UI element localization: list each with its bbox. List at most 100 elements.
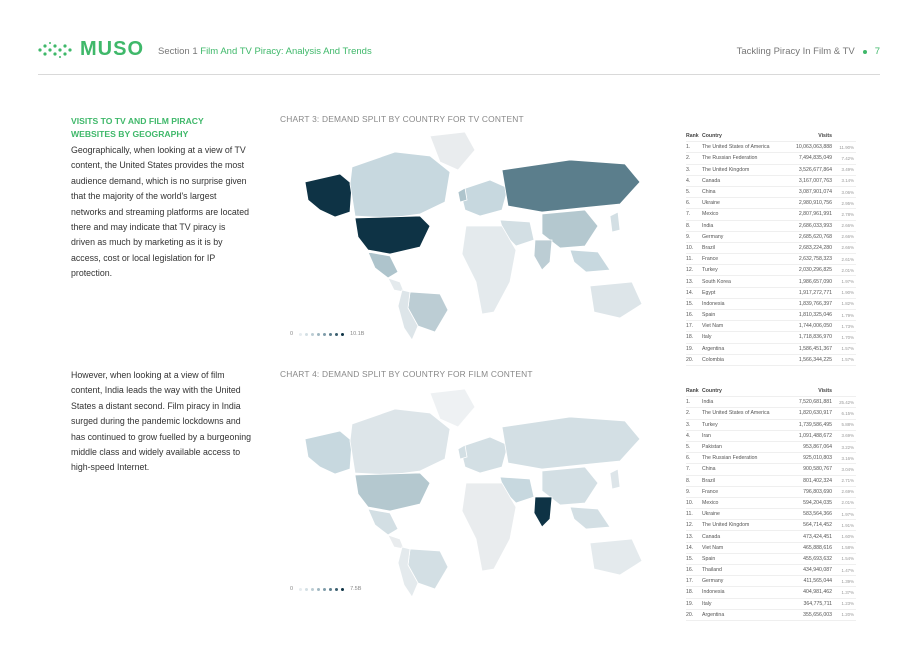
cell-country: Turkey bbox=[702, 267, 718, 274]
map-region-alaska bbox=[304, 173, 353, 218]
cell-pct: 25.42% bbox=[839, 399, 854, 405]
cell-visits: 2,686,033,993 bbox=[798, 222, 832, 229]
cell-rank: 11. bbox=[686, 256, 693, 263]
cell-country: South Korea bbox=[702, 278, 731, 285]
cell-country: Argentina bbox=[702, 345, 725, 352]
legend-swatch bbox=[329, 332, 333, 336]
map-region-africa bbox=[461, 482, 517, 572]
legend-swatch bbox=[311, 332, 315, 336]
map-region-central bbox=[387, 534, 405, 550]
cell-pct: 1.57% bbox=[841, 346, 854, 352]
cell-country: Canada bbox=[702, 533, 721, 540]
cell-country: Italy bbox=[702, 334, 712, 341]
cell-pct: 2.01% bbox=[841, 500, 854, 506]
table-row: 16. Thailand 434,940,087 1.47% bbox=[686, 565, 856, 577]
legend-scale bbox=[299, 332, 345, 336]
cell-country: The United Kingdom bbox=[702, 166, 750, 173]
cell-country: Brazil bbox=[702, 477, 715, 484]
section-prefix: Section 1 bbox=[158, 46, 198, 57]
cell-rank: 1. bbox=[686, 144, 691, 151]
cell-rank: 12. bbox=[686, 522, 694, 529]
table-row: 16. Spain 1,810,325,046 1.79% bbox=[686, 310, 856, 322]
map-region-japan bbox=[609, 468, 621, 490]
table-row: 19. Argentina 1,586,451,367 1.57% bbox=[686, 344, 856, 355]
table-row: 6. Ukraine 2,980,910,756 2.95% bbox=[686, 198, 856, 210]
legend-swatch bbox=[305, 332, 309, 336]
legend-swatch bbox=[305, 587, 309, 591]
table-row: 3. Turkey 1,739,586,495 5.88% bbox=[686, 420, 856, 431]
table-row: 1. India 7,520,681,881 25.42% bbox=[686, 397, 856, 409]
cell-rank: 8. bbox=[686, 477, 691, 484]
chart-4-world-map bbox=[304, 388, 643, 598]
table-row: 7. Mexico 2,807,961,991 2.78% bbox=[686, 209, 856, 221]
cell-country: Colombia bbox=[702, 356, 724, 363]
cell-visits: 355,656,003 bbox=[803, 611, 832, 618]
legend-swatch bbox=[323, 587, 327, 591]
cell-country: Thailand bbox=[702, 567, 722, 574]
table-row: 17. Viet Nam 1,744,006,050 1.73% bbox=[686, 321, 856, 333]
cell-pct: 2.69% bbox=[841, 489, 854, 495]
cell-country: China bbox=[702, 466, 716, 473]
table-row: 2. The United States of America 1,820,630,… bbox=[686, 408, 856, 420]
cell-visits: 1,091,488,672 bbox=[798, 432, 832, 439]
map-region-europe bbox=[459, 436, 509, 474]
cell-country: Brazil bbox=[702, 244, 715, 251]
map-region-seasia bbox=[569, 249, 611, 273]
legend-swatch bbox=[341, 332, 345, 336]
legend-max-label: 10.1B bbox=[350, 331, 365, 337]
table-row: 18. Indonesia 404,981,462 1.37% bbox=[686, 587, 856, 599]
cell-country: Mexico bbox=[702, 499, 719, 506]
cell-pct: 1.97% bbox=[841, 279, 854, 285]
cell-pct: 2.78% bbox=[841, 211, 854, 217]
logo-dots-icon bbox=[38, 41, 72, 58]
cell-visits: 2,980,910,756 bbox=[798, 200, 832, 207]
legend-max-label: 7.5B bbox=[350, 586, 362, 592]
cell-rank: 20. bbox=[686, 611, 694, 618]
legend-swatch bbox=[317, 332, 321, 336]
cell-pct: 7.42% bbox=[841, 155, 854, 161]
cell-country: The Russian Federation bbox=[702, 455, 758, 462]
cell-rank: 7. bbox=[686, 466, 691, 473]
table-row: 10. Mexico 594,204,035 2.01% bbox=[686, 498, 856, 510]
table-row: 15. Indonesia 1,839,766,397 1.82% bbox=[686, 299, 856, 310]
cell-rank: 13. bbox=[686, 278, 694, 285]
chart-4-legend: 0 7.5B bbox=[290, 586, 361, 592]
table-row: 15. Spain 455,693,632 1.54% bbox=[686, 554, 856, 565]
table-row: 9. France 796,803,690 2.69% bbox=[686, 487, 856, 498]
cell-pct: 2.71% bbox=[841, 478, 854, 484]
table-header: Rank Country Visits bbox=[686, 131, 856, 143]
cell-pct: 1.60% bbox=[841, 534, 854, 540]
table-row: 5. Pakistan 953,867,064 3.22% bbox=[686, 442, 856, 454]
table-header: Rank Country Visits bbox=[686, 386, 856, 398]
legend-min-label: 0 bbox=[290, 331, 294, 337]
page-header: MUSO Section 1 Film And TV Piracy: Analy… bbox=[38, 38, 880, 75]
map-region-europe bbox=[459, 179, 509, 217]
map-region-africa bbox=[461, 225, 517, 315]
cell-rank: 5. bbox=[686, 444, 691, 451]
header-rank: Rank bbox=[686, 133, 699, 140]
cell-visits: 2,030,296,825 bbox=[798, 267, 832, 274]
legend-swatch bbox=[341, 587, 345, 591]
cell-pct: 2.01% bbox=[841, 267, 854, 273]
cell-country: Viet Nam bbox=[702, 323, 724, 330]
cell-pct: 2.66% bbox=[841, 234, 854, 240]
cell-rank: 16. bbox=[686, 567, 694, 574]
cell-pct: 1.73% bbox=[841, 323, 854, 329]
cell-pct: 1.39% bbox=[841, 578, 854, 584]
table-row: 20. Colombia 1,566,344,225 1.57% bbox=[686, 355, 856, 366]
cell-country: Indonesia bbox=[702, 589, 725, 596]
cell-rank: 19. bbox=[686, 600, 694, 607]
header-country: Country bbox=[702, 388, 722, 395]
bullet-dot-icon bbox=[862, 49, 867, 54]
table-row: 4. Iran 1,091,488,672 3.69% bbox=[686, 431, 856, 442]
cell-pct: 3.69% bbox=[841, 433, 854, 439]
cell-country: The Russian Federation bbox=[702, 155, 758, 162]
cell-rank: 3. bbox=[686, 166, 691, 173]
cell-rank: 12. bbox=[686, 267, 694, 274]
header-country: Country bbox=[702, 133, 722, 140]
section-subheading: VISITS TO TV AND FILM PIRACY WEBSITES BY… bbox=[71, 116, 204, 139]
cell-visits: 801,402,324 bbox=[803, 477, 832, 484]
cell-visits: 411,565,044 bbox=[803, 578, 832, 585]
table-row: 11. Ukraine 583,564,366 1.97% bbox=[686, 509, 856, 521]
logo-text: MUSO bbox=[80, 38, 144, 60]
